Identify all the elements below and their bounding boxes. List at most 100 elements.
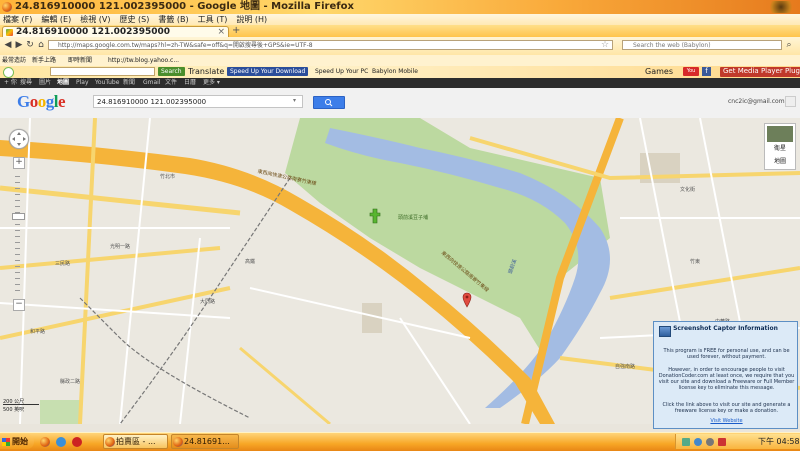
map-label: 三民路 [55, 261, 71, 267]
satellite-thumbnail[interactable] [767, 126, 793, 142]
tray-security-icon[interactable] [718, 438, 726, 446]
bookmark-most-visited[interactable]: 最常造訪 [2, 55, 26, 66]
back-icon[interactable]: ◀ [3, 40, 13, 51]
taskbar-button-maps[interactable]: 24.81691... [171, 434, 239, 449]
navigation-toolbar: ◀ ▶ ↻ ⌂ http://maps.google.com.tw/maps?h… [0, 37, 800, 56]
map-pin-icon[interactable] [462, 292, 472, 308]
taskbar: 開始 拍賣區 - ... 24.81691... 下午 04:58 [0, 432, 800, 451]
media-player-plugin-button[interactable]: Get Media Player Plugin [720, 67, 800, 77]
toolbar-search-input[interactable] [50, 67, 155, 76]
babylon-mobile-link[interactable]: Babylon Mobile [372, 66, 418, 78]
speed-download-button[interactable]: Speed Up Your Download [227, 67, 309, 76]
quicklaunch-app-icon[interactable] [72, 437, 82, 447]
new-tab-icon[interactable]: + [232, 26, 242, 36]
map-label: 文化街 [680, 187, 696, 193]
menu-file[interactable]: 檔案 (F) [3, 15, 32, 24]
settings-icon[interactable] [785, 96, 796, 107]
bookmark-news[interactable]: 即時新聞 [68, 55, 92, 66]
map-type-satellite[interactable]: 衛星 [765, 143, 795, 152]
zoom-in-button[interactable]: + [13, 157, 25, 169]
pegman-icon[interactable] [368, 208, 382, 224]
bookmark-star-icon[interactable]: ☆ [600, 40, 610, 51]
babylon-logo-icon [3, 67, 14, 78]
gbar-youtube[interactable]: YouTube [95, 78, 119, 88]
bookmark-blog[interactable]: http://tw.blog.yahoo.c... [108, 55, 179, 66]
gbar-play[interactable]: Play [76, 78, 89, 88]
search-go-icon[interactable]: ⌕ [784, 40, 794, 51]
url-bar[interactable]: http://maps.google.com.tw/maps?hl=zh-TW&… [48, 40, 613, 50]
tab-strip: 24.816910000 121.002395000 × + [0, 25, 800, 38]
menu-tools[interactable]: 工具 (T) [198, 15, 228, 24]
clock[interactable]: 下午 04:58 [758, 434, 800, 449]
map-label: 竹北市 [160, 174, 176, 180]
google-nav-bar: + 你 搜尋 圖片 地圖 Play YouTube 新聞 Gmail 文件 日曆… [0, 78, 800, 88]
map-label: 頭前溪豆子埔 [398, 215, 429, 221]
map-type-panel[interactable]: 衛星 地圖 [764, 123, 796, 170]
quicklaunch-ie-icon[interactable] [56, 437, 66, 447]
zoom-out-button[interactable]: − [13, 299, 25, 311]
window-titlebar: 24.816910000 121.002395000 - Google 地圖 -… [0, 0, 800, 14]
bookmark-getting-started[interactable]: 新手上路 [32, 55, 56, 66]
bookmarks-bar: 最常造訪 新手上路 即時新聞 http://tw.blog.yahoo.c... [0, 55, 800, 66]
firefox-icon [2, 2, 12, 12]
youtube-icon[interactable]: You [683, 67, 699, 76]
reload-icon[interactable]: ↻ [25, 40, 35, 51]
facebook-icon[interactable]: f [702, 67, 711, 76]
map-label: 和平路 [30, 329, 46, 335]
popup-text: Click the link above to visit our site a… [662, 402, 791, 414]
translate-button[interactable]: Translate [188, 66, 224, 78]
window-title: 24.816910000 121.002395000 - Google 地圖 -… [15, 1, 354, 12]
home-icon[interactable]: ⌂ [36, 40, 46, 51]
map-search-input[interactable]: 24.816910000 121.002395000 [93, 95, 303, 108]
gbar-docs[interactable]: 文件 [165, 78, 177, 88]
visit-website-link[interactable]: Visit Website [658, 418, 795, 424]
map-type-map[interactable]: 地圖 [765, 156, 795, 165]
search-header: Google 24.816910000 121.002395000 ▾ cnc2… [0, 88, 800, 119]
start-button[interactable]: 開始 [0, 434, 34, 449]
pan-control[interactable] [9, 129, 29, 149]
web-search-input[interactable]: Search the web (Babylon) [622, 40, 782, 50]
taskbar-button-auction[interactable]: 拍賣區 - ... [103, 434, 168, 449]
scale-imperial: 500 英呎 [3, 407, 25, 413]
tray-network-icon[interactable] [682, 438, 690, 446]
gbar-calendar[interactable]: 日曆 [184, 78, 196, 88]
speed-pc-link[interactable]: Speed Up Your PC [315, 66, 368, 78]
quicklaunch-firefox-icon[interactable] [40, 437, 50, 447]
gbar-images[interactable]: 圖片 [39, 78, 51, 88]
map-search-button[interactable] [313, 96, 345, 109]
addon-toolbar: Search Translate Speed Up Your Download … [0, 66, 800, 78]
tray-volume-icon[interactable] [706, 438, 714, 446]
popup-text: However, in order to encourage people to… [658, 367, 795, 391]
toolbar-search-button[interactable]: Search [158, 67, 185, 76]
scale-bar [3, 404, 39, 405]
gbar-maps[interactable]: 地圖 [57, 78, 69, 88]
maps-favicon-icon [6, 29, 13, 36]
menu-edit[interactable]: 編輯 (E) [41, 15, 71, 24]
zoom-slider-thumb[interactable] [12, 213, 25, 220]
google-logo[interactable]: Google [17, 92, 66, 112]
zoom-slider[interactable] [15, 176, 20, 296]
forward-icon[interactable]: ▶ [14, 40, 24, 51]
map-label: 自強南路 [615, 364, 636, 370]
gbar-more[interactable]: 更多 ▾ [203, 78, 220, 88]
gbar-plus[interactable]: + 你 [4, 78, 17, 88]
menu-history[interactable]: 歷史 (S) [120, 15, 150, 24]
tray-app-icon[interactable] [694, 438, 702, 446]
gbar-news[interactable]: 新聞 [123, 78, 135, 88]
gbar-search[interactable]: 搜尋 [20, 78, 32, 88]
screenshot-captor-popup: Screenshot Captor Information This progr… [653, 321, 798, 429]
popup-text: This program is FREE for personal use, a… [663, 348, 790, 360]
map-label: 縣政二路 [60, 379, 81, 385]
pan-arrows-icon [12, 132, 26, 146]
firefox-icon [105, 437, 115, 447]
search-icon [325, 99, 333, 107]
menu-view[interactable]: 檢視 (V) [80, 15, 110, 24]
menu-bookmarks[interactable]: 書籤 (B) [158, 15, 188, 24]
menu-help[interactable]: 說明 (H) [236, 15, 267, 24]
taskbar-button-label: 拍賣區 - ... [116, 437, 156, 446]
search-dropdown-icon[interactable]: ▾ [293, 97, 296, 104]
account-email[interactable]: cnc2ic@gmail.com ▾ [728, 98, 790, 105]
gbar-gmail[interactable]: Gmail [143, 78, 161, 88]
map-label: 高鐵 [245, 259, 256, 265]
games-link[interactable]: Games [645, 66, 673, 78]
